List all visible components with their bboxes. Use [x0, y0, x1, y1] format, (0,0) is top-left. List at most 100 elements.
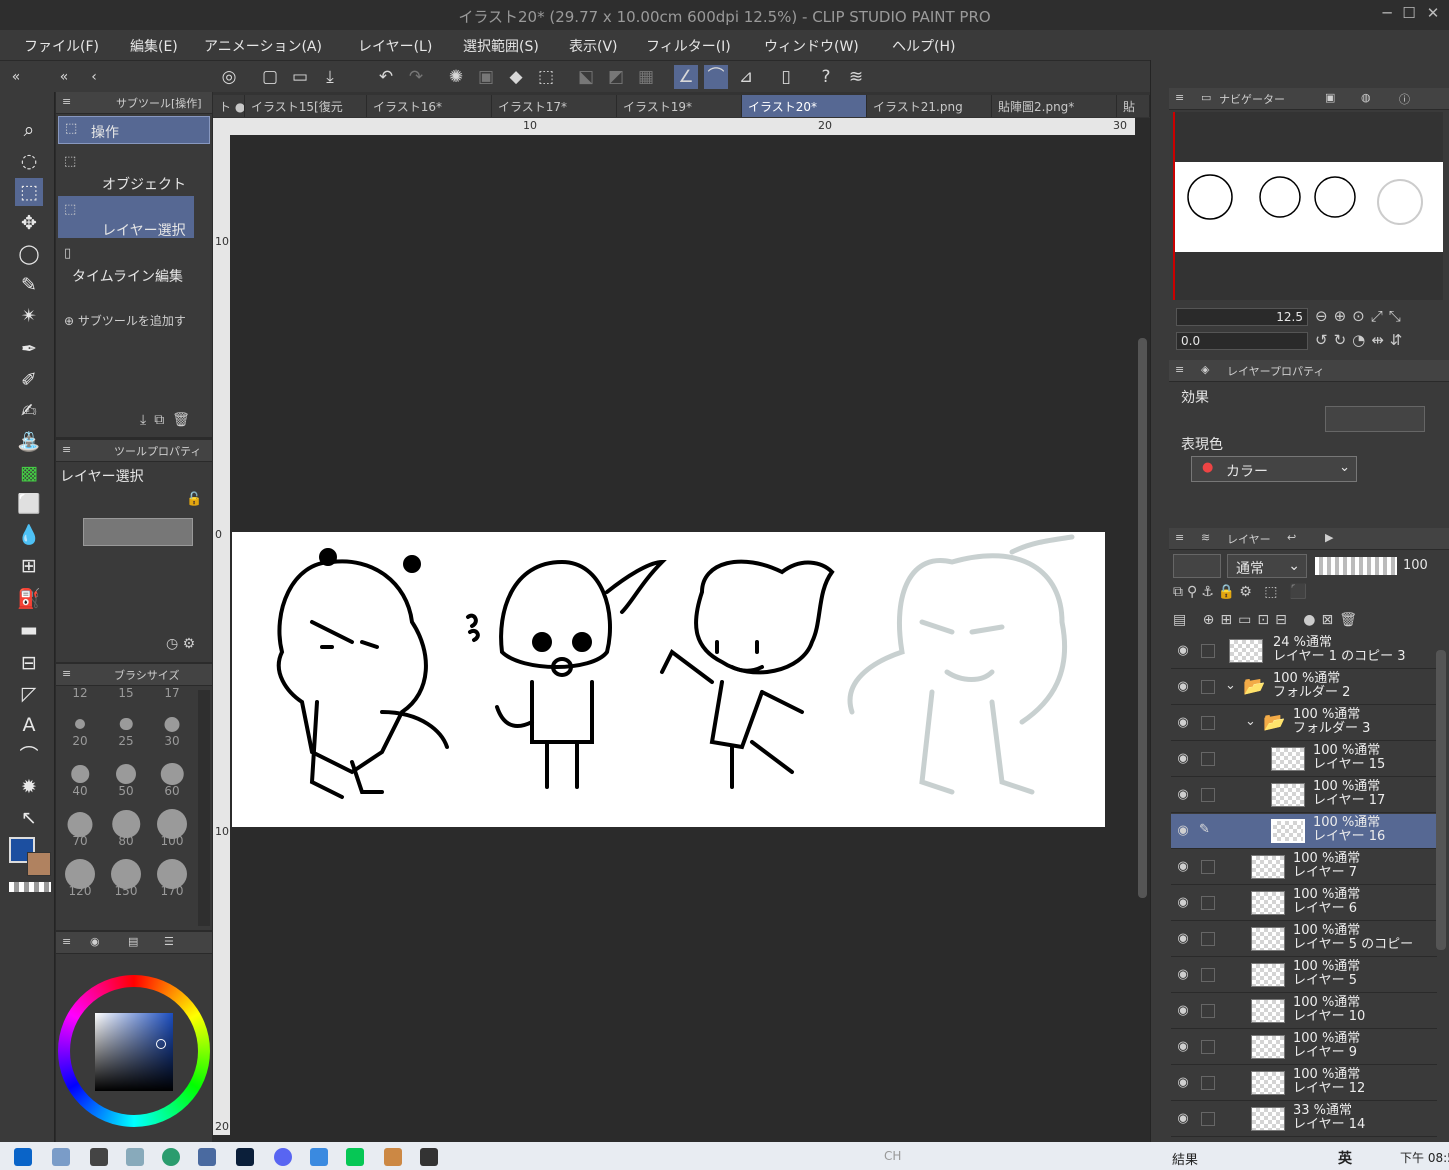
layer-scrollbar[interactable] [1436, 650, 1446, 950]
transform-icon[interactable]: ⬚ [534, 65, 558, 89]
brush-size-cell[interactable]: 150 [102, 852, 150, 902]
eye-icon[interactable]: ◉ [1173, 823, 1193, 839]
ruler-tool-icon[interactable]: ◸ [15, 680, 43, 708]
expression-color-select[interactable]: ● カラー ⌄ [1191, 456, 1357, 482]
eye-icon[interactable]: ◉ [1173, 967, 1193, 983]
layer-row[interactable]: ◉ 100 %通常 レイヤー 7 [1171, 850, 1437, 885]
gradient-tool-icon[interactable]: ▬ [15, 616, 43, 644]
layer-row[interactable]: ◉ 100 %通常 レイヤー 6 [1171, 886, 1437, 921]
layer-option-icons[interactable]: ⧉⚲⚓🔒⚙ ⬚ ⬛ [1173, 584, 1311, 600]
decoration-tool-icon[interactable]: ▩ [15, 459, 43, 487]
redo-icon[interactable]: ↷ [404, 65, 428, 89]
snap-grid-icon[interactable]: ⊿ [734, 65, 758, 89]
snap-special-ruler-icon[interactable]: ⌒ [704, 65, 728, 89]
history-tab-icon[interactable]: ↩ [1287, 531, 1296, 544]
brush-size-cell[interactable]: 40 [56, 752, 104, 802]
eye-icon[interactable]: ◉ [1173, 751, 1193, 767]
color-slider-tab-icon[interactable]: ☰ [164, 935, 174, 948]
transparent-color-swatch[interactable] [9, 882, 51, 892]
figure-tool-icon[interactable]: ⊞ [15, 552, 43, 580]
app-icon[interactable] [126, 1148, 144, 1166]
layer-checkbox[interactable] [1201, 716, 1215, 730]
open-folder-icon[interactable]: ▭ [288, 65, 312, 89]
operation-tool-icon[interactable]: ⬚ [15, 178, 43, 206]
discord-icon[interactable] [274, 1148, 292, 1166]
correct-line-tool-icon[interactable]: ✹ [15, 773, 43, 801]
menu-icon[interactable]: ≡ [1175, 91, 1184, 104]
menu-icon[interactable]: ≡ [62, 95, 71, 108]
menu-animation[interactable]: アニメーション(A) [204, 36, 322, 56]
menu-icon[interactable]: ≡ [62, 667, 71, 680]
edge-icon[interactable] [162, 1148, 180, 1166]
layer-checkbox[interactable] [1201, 680, 1215, 694]
tab-more[interactable]: 貼 [1117, 95, 1150, 117]
layer-row[interactable]: ◉ 33 %通常 レイヤー 14 [1171, 1102, 1437, 1137]
layer-row[interactable]: ◉ ⌄ 📂 100 %通常 フォルダー 3 [1171, 706, 1437, 741]
app-icon[interactable] [52, 1148, 70, 1166]
blend-mode-select[interactable]: 通常 ⌄ [1227, 554, 1307, 578]
sub-color-swatch[interactable] [27, 852, 51, 876]
layer-checkbox[interactable] [1201, 896, 1215, 910]
clip-studio-icon[interactable]: ◎ [217, 65, 241, 89]
tool-settings-icon[interactable]: ◷ ⚙ [166, 636, 195, 652]
layer-checkbox[interactable] [1201, 1004, 1215, 1018]
chevron-down-icon[interactable]: ⌄ [1225, 678, 1236, 693]
eye-icon[interactable]: ◉ [1173, 1111, 1193, 1127]
tab-illust21[interactable]: イラスト21.png [867, 95, 992, 117]
drawing-canvas[interactable] [232, 532, 1105, 827]
tab-illust15[interactable]: イラスト15[復元 [245, 95, 367, 117]
brush-size-label[interactable]: 17 [148, 686, 196, 700]
canvas-vertical-scrollbar[interactable] [1135, 118, 1150, 1142]
menu-filter[interactable]: フィルター(I) [646, 36, 731, 56]
tab-illust20[interactable]: イラスト20* [742, 95, 867, 117]
layer-row[interactable]: ◉ 100 %通常 レイヤー 10 [1171, 994, 1437, 1029]
brush-tool-icon[interactable]: ✍ [15, 397, 43, 425]
app-icon[interactable] [90, 1148, 108, 1166]
effect-buttons[interactable] [1325, 406, 1425, 432]
minimize-button[interactable]: ─ [1376, 4, 1398, 24]
layer-row[interactable]: ◉ 24 %通常 レイヤー 1 のコピー 3 [1171, 634, 1437, 669]
menu-icon[interactable]: ≡ [1175, 531, 1184, 544]
subtool-item-operation[interactable]: ⬚ 操作 [58, 116, 210, 144]
layer-checkbox[interactable] [1201, 644, 1215, 658]
brush-size-cell[interactable]: 170 [148, 852, 196, 902]
menu-view[interactable]: 表示(V) [569, 36, 618, 56]
tab-illust19[interactable]: イラスト19* [617, 95, 742, 117]
layer-checkbox[interactable] [1201, 752, 1215, 766]
language-indicator[interactable]: 英 [1338, 1148, 1352, 1168]
eye-icon[interactable]: ◉ [1173, 715, 1193, 731]
pencil-tool-icon[interactable]: ✐ [15, 366, 43, 394]
brush-size-cell[interactable]: 60 [148, 752, 196, 802]
eye-icon[interactable]: ◉ [1173, 643, 1193, 659]
info-icon[interactable]: ⓘ [1399, 91, 1410, 107]
blend-tool-icon[interactable]: 💧 [15, 521, 43, 549]
clear-outside-icon[interactable]: ▣ [474, 65, 498, 89]
brush-size-cell[interactable]: 100 [148, 802, 196, 852]
zoom-slider[interactable]: 12.5 [1176, 308, 1308, 326]
layer-row[interactable]: ◉ 100 %通常 レイヤー 15 [1171, 742, 1437, 777]
navigator-tab-icon[interactable]: ▭ [1201, 91, 1211, 104]
brush-size-cell[interactable]: 120 [56, 852, 104, 902]
layer-checkbox[interactable] [1201, 1040, 1215, 1054]
collapse-left-icon[interactable]: « [4, 65, 28, 89]
auto-action-tab-icon[interactable]: ▶ [1325, 531, 1333, 544]
frame-tool-icon[interactable]: ⊟ [15, 649, 43, 677]
text-tool-icon[interactable]: A [15, 711, 43, 739]
chevron-down-icon[interactable]: ⌄ [1245, 714, 1256, 729]
eye-icon[interactable]: ◉ [1173, 859, 1193, 875]
line-icon[interactable] [346, 1148, 364, 1166]
brush-size-scrollbar[interactable] [198, 690, 210, 926]
clear-icon[interactable]: ✺ [444, 65, 468, 89]
zoom-tool-icon[interactable]: ⌕ [15, 116, 43, 144]
eye-icon[interactable]: ◉ [1173, 1039, 1193, 1055]
layer-property-icon[interactable]: ◈ [1201, 363, 1209, 376]
menu-select[interactable]: 選択範囲(S) [463, 36, 539, 56]
menu-edit[interactable]: 編集(E) [130, 36, 178, 56]
tab-paste[interactable]: 貼陣圖2.png* [992, 95, 1117, 117]
new-file-icon[interactable]: ▢ [258, 65, 282, 89]
ime-mode[interactable]: 結果 [1172, 1149, 1198, 1168]
balloon-tool-icon[interactable]: ⌒ [15, 742, 43, 770]
menu-file[interactable]: ファイル(F) [24, 36, 99, 56]
device-icon[interactable]: ▯ [774, 65, 798, 89]
eye-icon[interactable]: ◉ [1173, 679, 1193, 695]
